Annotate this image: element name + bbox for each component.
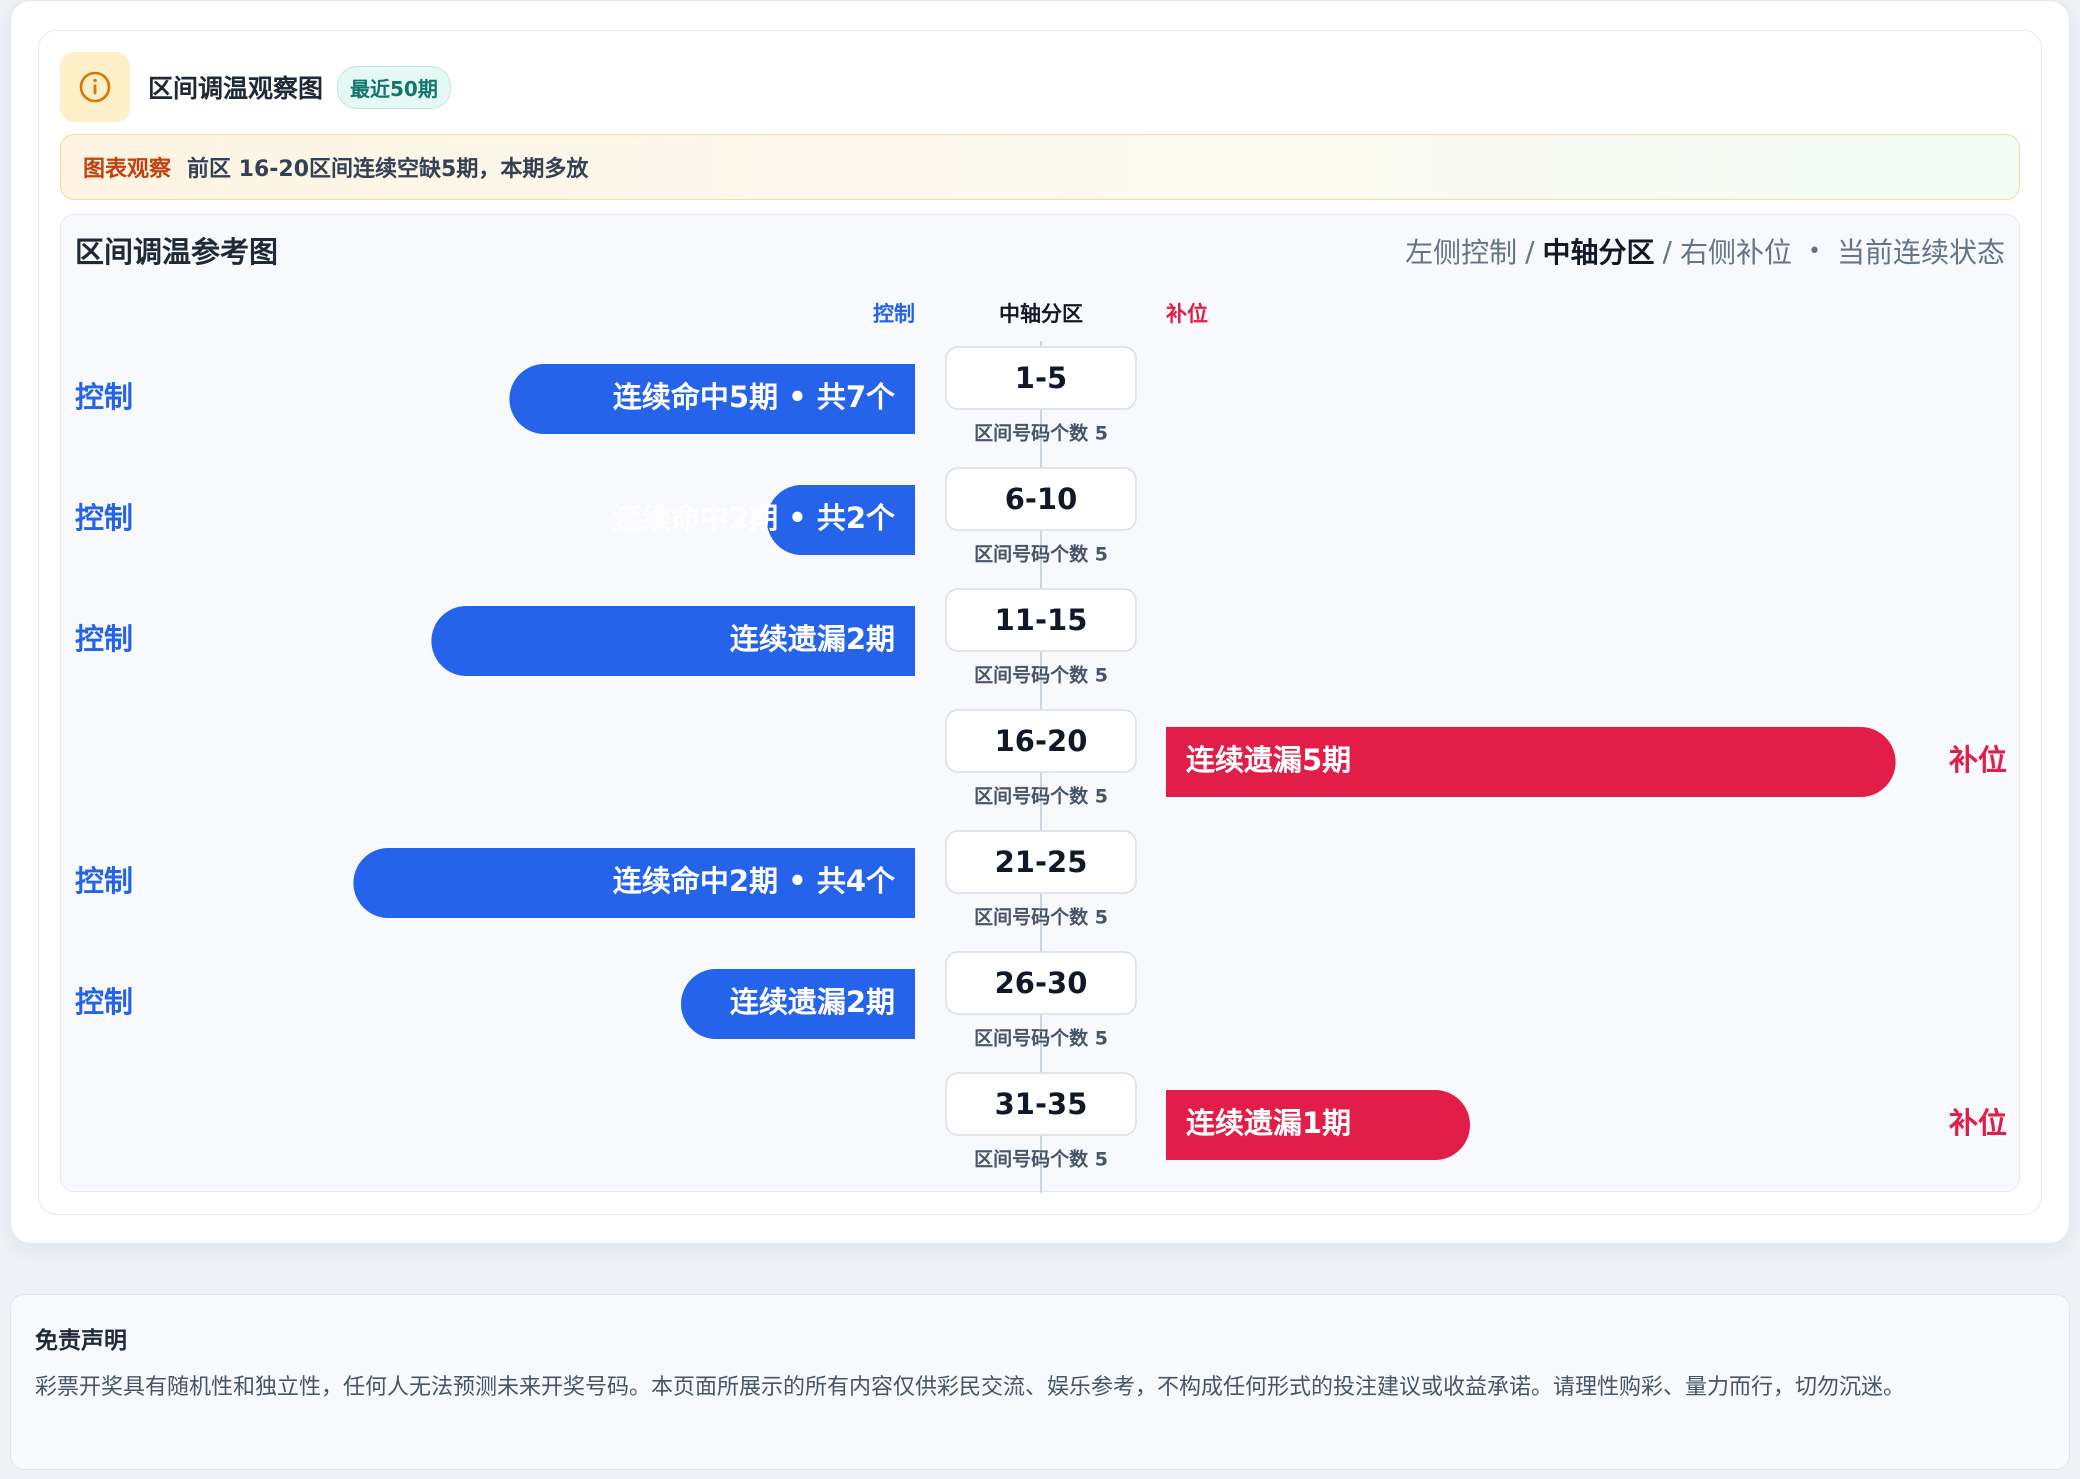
side-label-control: 控制 bbox=[75, 622, 133, 656]
zone-range-label: 16-20 bbox=[995, 724, 1088, 758]
disclaimer-text: 彩票开奖具有随机性和独立性，任何人无法预测未来开奖号码。本页面所展示的所有内容仅… bbox=[35, 1375, 1906, 1400]
bar-label: 连续命中2期 • 共2个 bbox=[613, 501, 896, 535]
zone-count-label: 区间号码个数 5 bbox=[974, 1148, 1108, 1171]
zone-range-label: 1-5 bbox=[1015, 361, 1067, 395]
note-text: 前区 16-20区间连续空缺5期，本期多放 bbox=[187, 157, 589, 182]
zone-count-label: 区间号码个数 5 bbox=[974, 785, 1108, 808]
zone-count-label: 区间号码个数 5 bbox=[974, 543, 1108, 566]
zone-range-label: 26-30 bbox=[995, 966, 1088, 1000]
column-header-axis: 中轴分区 bbox=[999, 302, 1083, 326]
side-label-control: 控制 bbox=[75, 380, 133, 414]
side-label-control: 控制 bbox=[75, 501, 133, 535]
bar-label: 连续遗漏1期 bbox=[1186, 1106, 1351, 1140]
zone-count-label: 区间号码个数 5 bbox=[974, 1027, 1108, 1050]
bar-label: 连续命中5期 • 共7个 bbox=[613, 380, 896, 414]
period-badge: 最近50期 bbox=[337, 65, 451, 109]
bar-label: 连续遗漏2期 bbox=[730, 985, 895, 1019]
zone-range-label: 31-35 bbox=[995, 1087, 1088, 1121]
bar-label: 连续遗漏5期 bbox=[1186, 743, 1351, 777]
side-label-fill: 补位 bbox=[1949, 743, 2007, 777]
note-tag: 图表观察 bbox=[83, 157, 172, 182]
zone-range-label: 11-15 bbox=[995, 603, 1088, 637]
side-label-fill: 补位 bbox=[1949, 1106, 2007, 1140]
observation-note: 图表观察 前区 16-20区间连续空缺5期，本期多放 bbox=[60, 134, 2020, 200]
bar-label: 连续命中2期 • 共4个 bbox=[613, 864, 896, 898]
column-header-control: 控制 bbox=[873, 302, 915, 326]
zone-range-label: 6-10 bbox=[1005, 482, 1078, 516]
zone-count-label: 区间号码个数 5 bbox=[974, 422, 1108, 445]
card-header: 区间调温观察图 最近50期 bbox=[60, 52, 451, 122]
side-label-control: 控制 bbox=[75, 864, 133, 898]
zone-chart: 控制 中轴分区 补位1-5区间号码个数 5连续命中5期 • 共7个控制6-10区间号… bbox=[75, 302, 2007, 1193]
zone-range-label: 21-25 bbox=[995, 845, 1088, 879]
chart-panel: 区间调温参考图 左侧控制 / 中轴分区 / 右侧补位 • 当前连续状态 控制 中轴… bbox=[60, 214, 2020, 1193]
column-header-fill: 补位 bbox=[1165, 302, 1208, 326]
bar-label: 连续遗漏2期 bbox=[730, 622, 895, 656]
zone-count-label: 区间号码个数 5 bbox=[974, 664, 1108, 687]
disclaimer: 免责声明 彩票开奖具有随机性和独立性，任何人无法预测未来开奖号码。本页面所展示的… bbox=[10, 1294, 2070, 1470]
zone-count-label: 区间号码个数 5 bbox=[974, 906, 1108, 929]
card-title: 区间调温观察图 bbox=[148, 74, 324, 103]
info-icon bbox=[60, 52, 130, 122]
disclaimer-title: 免责声明 bbox=[35, 1328, 127, 1354]
side-label-control: 控制 bbox=[75, 985, 133, 1019]
